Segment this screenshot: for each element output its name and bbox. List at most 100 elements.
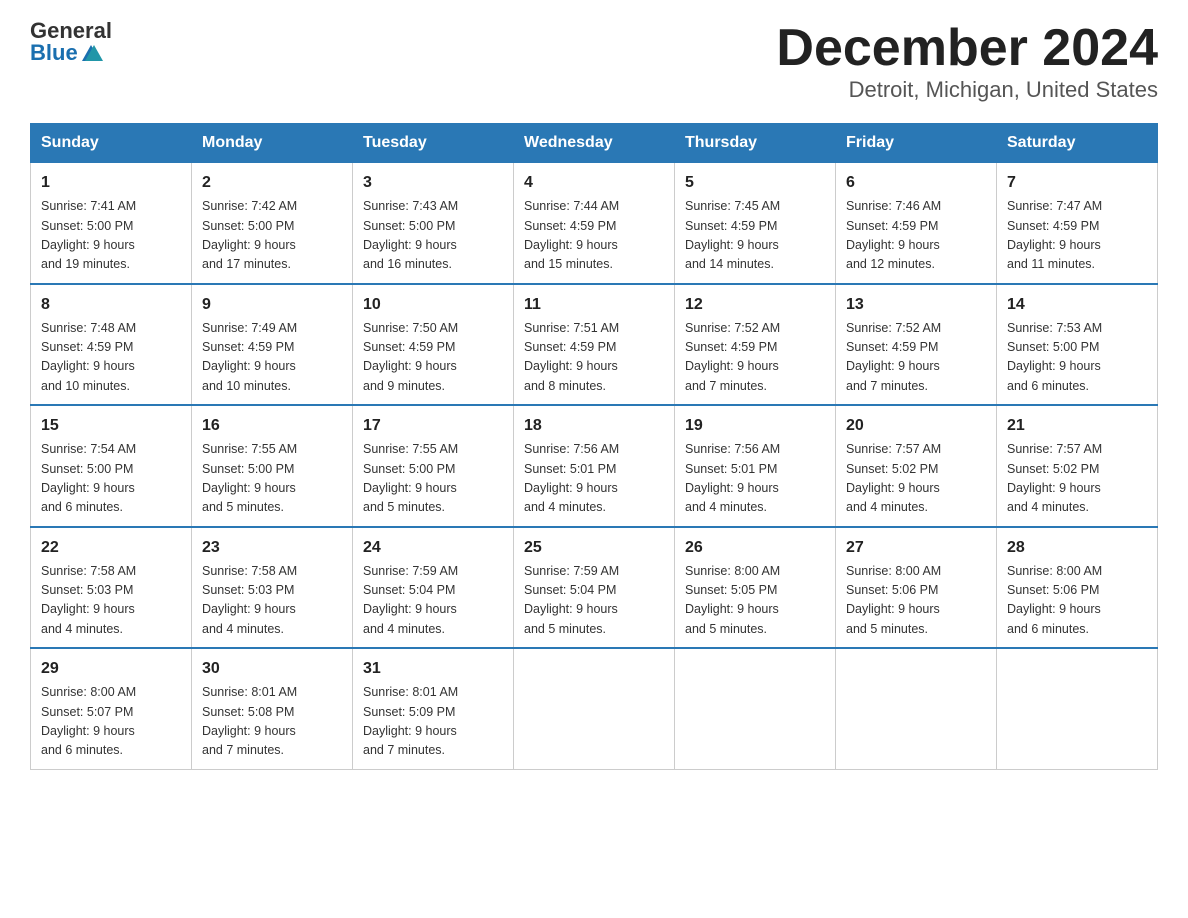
week-row-5: 29Sunrise: 8:00 AMSunset: 5:07 PMDayligh… (31, 648, 1158, 769)
day-info: Sunrise: 7:57 AMSunset: 5:02 PMDaylight:… (846, 440, 986, 518)
day-number: 19 (685, 414, 825, 438)
day-info: Sunrise: 8:01 AMSunset: 5:09 PMDaylight:… (363, 683, 503, 761)
day-number: 17 (363, 414, 503, 438)
day-info: Sunrise: 7:41 AMSunset: 5:00 PMDaylight:… (41, 197, 181, 275)
calendar-cell: 11Sunrise: 7:51 AMSunset: 4:59 PMDayligh… (514, 284, 675, 406)
calendar-cell: 30Sunrise: 8:01 AMSunset: 5:08 PMDayligh… (192, 648, 353, 769)
calendar-cell: 19Sunrise: 7:56 AMSunset: 5:01 PMDayligh… (675, 405, 836, 527)
calendar-cell: 18Sunrise: 7:56 AMSunset: 5:01 PMDayligh… (514, 405, 675, 527)
day-info: Sunrise: 7:53 AMSunset: 5:00 PMDaylight:… (1007, 319, 1147, 397)
day-number: 29 (41, 657, 181, 681)
day-info: Sunrise: 7:48 AMSunset: 4:59 PMDaylight:… (41, 319, 181, 397)
day-number: 30 (202, 657, 342, 681)
day-number: 31 (363, 657, 503, 681)
day-number: 22 (41, 536, 181, 560)
week-row-4: 22Sunrise: 7:58 AMSunset: 5:03 PMDayligh… (31, 527, 1158, 649)
day-number: 12 (685, 293, 825, 317)
day-number: 18 (524, 414, 664, 438)
day-info: Sunrise: 7:59 AMSunset: 5:04 PMDaylight:… (524, 562, 664, 640)
day-info: Sunrise: 7:49 AMSunset: 4:59 PMDaylight:… (202, 319, 342, 397)
day-header-sunday: Sunday (31, 124, 192, 163)
day-info: Sunrise: 7:55 AMSunset: 5:00 PMDaylight:… (363, 440, 503, 518)
day-info: Sunrise: 7:45 AMSunset: 4:59 PMDaylight:… (685, 197, 825, 275)
calendar-cell (997, 648, 1158, 769)
header-row: SundayMondayTuesdayWednesdayThursdayFrid… (31, 124, 1158, 163)
calendar-cell: 26Sunrise: 8:00 AMSunset: 5:05 PMDayligh… (675, 527, 836, 649)
calendar-cell (675, 648, 836, 769)
day-number: 13 (846, 293, 986, 317)
calendar-cell: 1Sunrise: 7:41 AMSunset: 5:00 PMDaylight… (31, 163, 192, 284)
day-info: Sunrise: 7:44 AMSunset: 4:59 PMDaylight:… (524, 197, 664, 275)
day-number: 14 (1007, 293, 1147, 317)
day-header-tuesday: Tuesday (353, 124, 514, 163)
calendar-cell: 12Sunrise: 7:52 AMSunset: 4:59 PMDayligh… (675, 284, 836, 406)
day-number: 9 (202, 293, 342, 317)
day-info: Sunrise: 7:58 AMSunset: 5:03 PMDaylight:… (41, 562, 181, 640)
calendar-cell: 7Sunrise: 7:47 AMSunset: 4:59 PMDaylight… (997, 163, 1158, 284)
day-info: Sunrise: 7:50 AMSunset: 4:59 PMDaylight:… (363, 319, 503, 397)
calendar-cell: 15Sunrise: 7:54 AMSunset: 5:00 PMDayligh… (31, 405, 192, 527)
day-number: 26 (685, 536, 825, 560)
calendar-cell: 2Sunrise: 7:42 AMSunset: 5:00 PMDaylight… (192, 163, 353, 284)
day-number: 2 (202, 171, 342, 195)
day-number: 20 (846, 414, 986, 438)
calendar-cell: 13Sunrise: 7:52 AMSunset: 4:59 PMDayligh… (836, 284, 997, 406)
logo: General Blue (30, 20, 112, 64)
day-number: 28 (1007, 536, 1147, 560)
calendar-cell (514, 648, 675, 769)
day-info: Sunrise: 8:00 AMSunset: 5:06 PMDaylight:… (1007, 562, 1147, 640)
day-info: Sunrise: 7:58 AMSunset: 5:03 PMDaylight:… (202, 562, 342, 640)
day-info: Sunrise: 7:43 AMSunset: 5:00 PMDaylight:… (363, 197, 503, 275)
calendar-cell: 25Sunrise: 7:59 AMSunset: 5:04 PMDayligh… (514, 527, 675, 649)
calendar-cell: 24Sunrise: 7:59 AMSunset: 5:04 PMDayligh… (353, 527, 514, 649)
calendar-cell: 27Sunrise: 8:00 AMSunset: 5:06 PMDayligh… (836, 527, 997, 649)
day-info: Sunrise: 8:00 AMSunset: 5:07 PMDaylight:… (41, 683, 181, 761)
day-info: Sunrise: 7:46 AMSunset: 4:59 PMDaylight:… (846, 197, 986, 275)
location-title: Detroit, Michigan, United States (776, 77, 1158, 103)
day-number: 5 (685, 171, 825, 195)
calendar-table: SundayMondayTuesdayWednesdayThursdayFrid… (30, 123, 1158, 770)
day-number: 16 (202, 414, 342, 438)
day-number: 1 (41, 171, 181, 195)
day-info: Sunrise: 7:56 AMSunset: 5:01 PMDaylight:… (685, 440, 825, 518)
day-number: 23 (202, 536, 342, 560)
calendar-cell: 22Sunrise: 7:58 AMSunset: 5:03 PMDayligh… (31, 527, 192, 649)
title-section: December 2024 Detroit, Michigan, United … (776, 20, 1158, 103)
week-row-1: 1Sunrise: 7:41 AMSunset: 5:00 PMDaylight… (31, 163, 1158, 284)
calendar-cell: 23Sunrise: 7:58 AMSunset: 5:03 PMDayligh… (192, 527, 353, 649)
day-info: Sunrise: 7:54 AMSunset: 5:00 PMDaylight:… (41, 440, 181, 518)
calendar-cell: 3Sunrise: 7:43 AMSunset: 5:00 PMDaylight… (353, 163, 514, 284)
day-info: Sunrise: 8:01 AMSunset: 5:08 PMDaylight:… (202, 683, 342, 761)
day-info: Sunrise: 7:42 AMSunset: 5:00 PMDaylight:… (202, 197, 342, 275)
calendar-cell: 29Sunrise: 8:00 AMSunset: 5:07 PMDayligh… (31, 648, 192, 769)
day-number: 24 (363, 536, 503, 560)
calendar-cell: 10Sunrise: 7:50 AMSunset: 4:59 PMDayligh… (353, 284, 514, 406)
calendar-cell: 5Sunrise: 7:45 AMSunset: 4:59 PMDaylight… (675, 163, 836, 284)
day-number: 11 (524, 293, 664, 317)
day-number: 8 (41, 293, 181, 317)
logo-blue-text: Blue (30, 42, 104, 64)
logo-general-text: General (30, 20, 112, 42)
calendar-cell: 21Sunrise: 7:57 AMSunset: 5:02 PMDayligh… (997, 405, 1158, 527)
day-header-thursday: Thursday (675, 124, 836, 163)
calendar-cell: 14Sunrise: 7:53 AMSunset: 5:00 PMDayligh… (997, 284, 1158, 406)
day-info: Sunrise: 7:52 AMSunset: 4:59 PMDaylight:… (685, 319, 825, 397)
calendar-cell (836, 648, 997, 769)
day-number: 7 (1007, 171, 1147, 195)
day-number: 15 (41, 414, 181, 438)
day-number: 27 (846, 536, 986, 560)
header: General Blue December 2024 Detroit, Mich… (30, 20, 1158, 103)
day-info: Sunrise: 7:55 AMSunset: 5:00 PMDaylight:… (202, 440, 342, 518)
day-info: Sunrise: 7:47 AMSunset: 4:59 PMDaylight:… (1007, 197, 1147, 275)
day-info: Sunrise: 8:00 AMSunset: 5:06 PMDaylight:… (846, 562, 986, 640)
day-header-monday: Monday (192, 124, 353, 163)
day-number: 25 (524, 536, 664, 560)
day-header-saturday: Saturday (997, 124, 1158, 163)
week-row-2: 8Sunrise: 7:48 AMSunset: 4:59 PMDaylight… (31, 284, 1158, 406)
day-header-wednesday: Wednesday (514, 124, 675, 163)
day-info: Sunrise: 7:57 AMSunset: 5:02 PMDaylight:… (1007, 440, 1147, 518)
day-number: 4 (524, 171, 664, 195)
calendar-cell: 20Sunrise: 7:57 AMSunset: 5:02 PMDayligh… (836, 405, 997, 527)
calendar-cell: 8Sunrise: 7:48 AMSunset: 4:59 PMDaylight… (31, 284, 192, 406)
calendar-cell: 6Sunrise: 7:46 AMSunset: 4:59 PMDaylight… (836, 163, 997, 284)
